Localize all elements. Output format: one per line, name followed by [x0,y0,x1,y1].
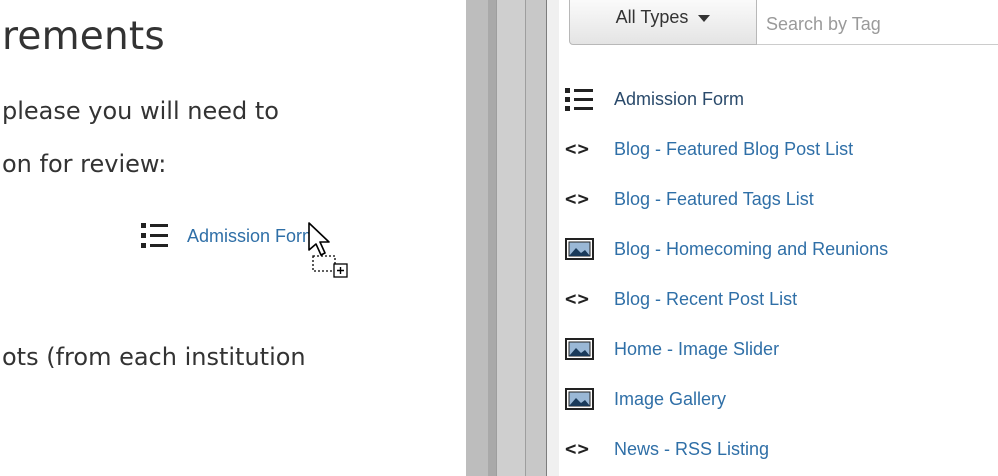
panel-toolbar: All Types [569,0,998,45]
widget-panel: All Types Admission Form <> Blog - Featu… [559,0,998,476]
editor-canvas[interactable]: rements please you will need to on for r… [0,0,466,476]
dropped-form-label[interactable]: Admission Form [187,226,317,247]
type-filter-dropdown[interactable]: All Types [569,0,757,45]
widget-label: News - RSS Listing [614,438,770,459]
widget-list-item[interactable]: <> News - RSS Listing [565,424,888,474]
widget-list-item[interactable]: Image Gallery [565,374,888,424]
caret-down-icon [698,15,711,22]
code-icon: <> [565,288,590,310]
splitter-handle[interactable] [496,0,526,476]
tag-search-input[interactable] [757,0,998,45]
widget-label: Admission Form [614,88,745,109]
code-icon: <> [565,138,590,160]
widget-list: Admission Form <> Blog - Featured Blog P… [565,74,888,474]
widget-list-item[interactable]: Admission Form [565,74,888,124]
widget-list-item[interactable]: <> Blog - Featured Tags List [565,174,888,224]
widget-list-item[interactable]: <> Blog - Featured Blog Post List [565,124,888,174]
panel-splitter[interactable] [466,0,559,476]
splitter-stripe [546,0,559,476]
widget-label: Blog - Featured Tags List [614,188,814,209]
code-icon: <> [565,188,590,210]
section-heading: rements [2,14,165,59]
paragraph-line: ots (from each institution [2,343,306,371]
image-icon [565,237,603,261]
code-icon: <> [565,438,590,460]
widget-list-item[interactable]: <> Blog - Recent Post List [565,274,888,324]
widget-label: Blog - Featured Blog Post List [614,138,854,159]
image-icon [565,337,603,361]
splitter-stripe [526,0,546,476]
type-filter-label: All Types [615,7,689,27]
widget-label: Blog - Homecoming and Reunions [614,238,889,259]
splitter-stripe [488,0,496,476]
list-icon [565,87,603,111]
widget-list-item[interactable]: Blog - Homecoming and Reunions [565,224,888,274]
widget-label: Image Gallery [614,388,727,409]
widget-list-item[interactable]: Home - Image Slider [565,324,888,374]
dropped-form-widget[interactable]: Admission Form [141,223,317,249]
paragraph-line: please you will need to [2,97,279,125]
paragraph-line: on for review: [2,150,167,178]
image-icon [565,387,603,411]
list-icon [141,223,177,249]
splitter-stripe [466,0,488,476]
widget-label: Blog - Recent Post List [614,288,798,309]
widget-label: Home - Image Slider [614,338,780,359]
drag-copy-cursor-icon [308,222,348,278]
